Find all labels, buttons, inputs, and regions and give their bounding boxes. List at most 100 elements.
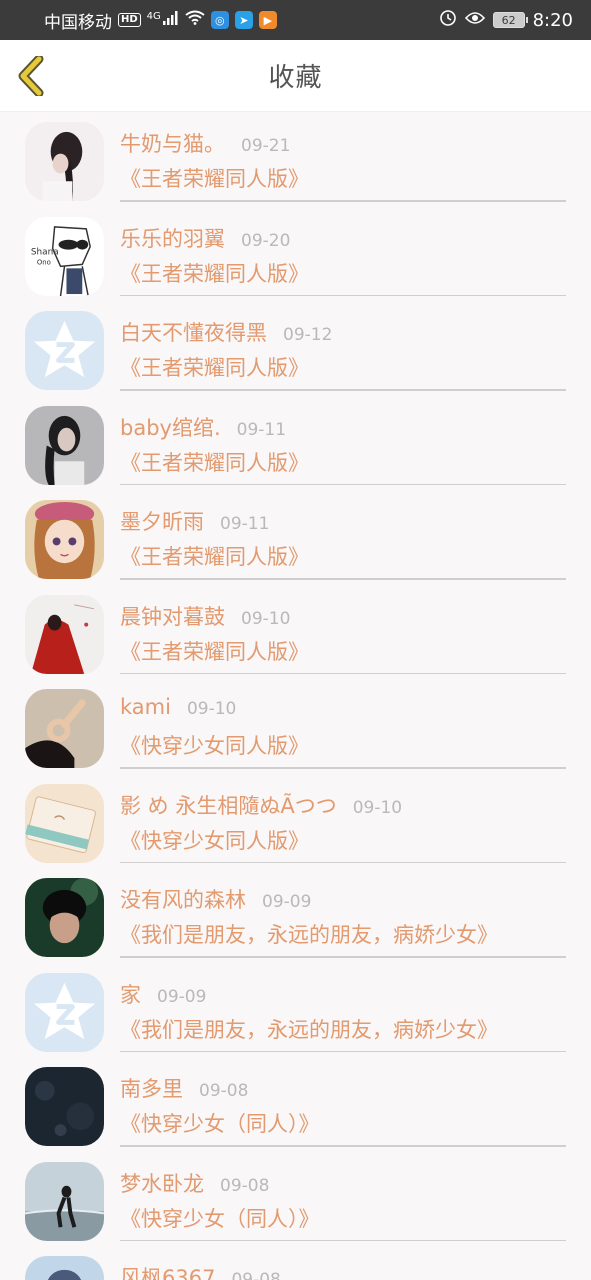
item-date: 09-09 bbox=[157, 986, 207, 1007]
item-header: 墨夕昕雨 09-11 bbox=[120, 506, 269, 536]
item-header: 南多里 09-08 bbox=[120, 1073, 248, 1103]
app-notification-icon: ▶ bbox=[258, 11, 277, 29]
divider bbox=[120, 1239, 566, 1241]
favorite-item[interactable]: 晨钟对暮鼓 09-10 《王者荣耀同人版》 bbox=[0, 585, 591, 680]
item-date: 09-21 bbox=[241, 136, 291, 156]
book-title[interactable]: 《我们是朋友，永远的朋友，病娇少女》 bbox=[120, 919, 498, 949]
svg-text:Ono: Ono bbox=[37, 258, 51, 266]
favorite-item[interactable]: 风枫6367 09-08 bbox=[0, 1246, 591, 1280]
user-avatar[interactable] bbox=[25, 689, 104, 768]
user-name: 风枫6367 bbox=[120, 1266, 216, 1280]
favorite-item[interactable]: 影 め 永生相隨ぬÃつつ 09-10 《快穿少女同人版》 bbox=[0, 774, 591, 869]
book-title[interactable]: 《王者荣耀同人版》 bbox=[120, 636, 309, 666]
item-date: 09-08 bbox=[199, 1081, 249, 1101]
favorite-item[interactable]: 南多里 09-08 《快穿少女（同人）》 bbox=[0, 1057, 591, 1152]
book-title[interactable]: 《快穿少女（同人）》 bbox=[120, 1203, 320, 1233]
item-date: 09-08 bbox=[220, 1175, 270, 1196]
book-title[interactable]: 《快穿少女（同人）》 bbox=[120, 1108, 320, 1138]
network-type-label: 4G bbox=[146, 10, 161, 22]
signal-icon bbox=[162, 10, 179, 30]
user-name: 墨夕昕雨 bbox=[120, 510, 204, 534]
item-date: 09-11 bbox=[236, 419, 287, 440]
user-name: 牛奶与猫。 bbox=[120, 132, 225, 156]
favorite-item[interactable]: baby绾绾. 09-11 《王者荣耀同人版》 bbox=[0, 396, 591, 491]
carrier-label: 中国移动 bbox=[44, 12, 112, 33]
favorite-item[interactable]: kami 09-10 《快穿少女同人版》 bbox=[0, 679, 591, 774]
item-header: kami 09-10 bbox=[120, 695, 236, 719]
book-title[interactable]: 《快穿少女同人版》 bbox=[120, 825, 309, 855]
favorite-item[interactable]: 梦水卧龙 09-08 《快穿少女（同人）》 bbox=[0, 1152, 591, 1247]
user-avatar[interactable] bbox=[25, 594, 104, 674]
divider bbox=[120, 1050, 566, 1052]
item-header: baby绾绾. 09-11 bbox=[120, 412, 286, 442]
status-bar: 中国移动 HD 4G ◎ ➤ ▶ 62 8:20 bbox=[0, 0, 591, 40]
favorite-item[interactable]: Shana Ono 乐乐的羽翼 09-20 《王者荣耀同人版》 bbox=[0, 207, 591, 302]
user-avatar[interactable] bbox=[25, 122, 104, 201]
default-avatar-icon[interactable] bbox=[25, 311, 104, 390]
favorite-item[interactable]: 没有风的森林 09-09 《我们是朋友，永远的朋友，病娇少女》 bbox=[0, 868, 591, 963]
book-title[interactable]: 《我们是朋友，永远的朋友，病娇少女》 bbox=[120, 1014, 498, 1044]
page-title: 收藏 bbox=[268, 63, 323, 93]
app-notification-icon: ◎ bbox=[210, 11, 229, 29]
user-name: 晨钟对暮鼓 bbox=[120, 604, 225, 629]
app-notification-icon: ➤ bbox=[234, 11, 253, 29]
item-date: 09-12 bbox=[283, 325, 333, 345]
divider bbox=[120, 483, 566, 485]
back-button[interactable] bbox=[14, 54, 48, 98]
item-header: 梦水卧龙 09-08 bbox=[120, 1168, 269, 1198]
chevron-left-icon bbox=[18, 56, 44, 96]
book-title[interactable]: 《王者荣耀同人版》 bbox=[120, 258, 309, 288]
book-title[interactable]: 《王者荣耀同人版》 bbox=[120, 163, 309, 193]
user-avatar[interactable] bbox=[25, 1067, 104, 1146]
user-avatar[interactable] bbox=[25, 878, 104, 957]
eye-icon bbox=[464, 10, 485, 30]
status-right: 62 8:20 bbox=[439, 9, 573, 32]
item-date: 09-08 bbox=[231, 1270, 281, 1280]
item-date: 09-11 bbox=[220, 514, 270, 534]
user-name: 白天不懂夜得黑 bbox=[120, 321, 267, 345]
item-header: 家 09-09 bbox=[120, 979, 206, 1009]
user-name: 梦水卧龙 bbox=[120, 1171, 204, 1196]
favorite-item[interactable]: 白天不懂夜得黑 09-12 《王者荣耀同人版》 bbox=[0, 301, 591, 396]
user-avatar[interactable] bbox=[25, 405, 104, 485]
favorite-item[interactable]: 家 09-09 《我们是朋友，永远的朋友，病娇少女》 bbox=[0, 963, 591, 1058]
user-avatar[interactable] bbox=[25, 783, 104, 863]
divider bbox=[120, 200, 566, 202]
book-title[interactable]: 《快穿少女同人版》 bbox=[120, 730, 309, 760]
user-name: kami bbox=[120, 695, 171, 719]
item-date: 09-09 bbox=[262, 892, 312, 912]
alarm-icon bbox=[439, 9, 457, 32]
divider bbox=[120, 672, 566, 674]
hd-icon: HD bbox=[118, 13, 141, 27]
item-date: 09-10 bbox=[352, 797, 403, 818]
clock-time: 8:20 bbox=[532, 9, 573, 31]
user-avatar[interactable] bbox=[25, 1161, 104, 1241]
item-date: 09-10 bbox=[241, 608, 291, 629]
item-header: 牛奶与猫。 09-21 bbox=[120, 128, 290, 158]
default-avatar-icon[interactable] bbox=[25, 972, 104, 1052]
book-title[interactable]: 《王者荣耀同人版》 bbox=[120, 541, 309, 571]
favorite-item[interactable]: 墨夕昕雨 09-11 《王者荣耀同人版》 bbox=[0, 490, 591, 585]
item-header: 白天不懂夜得黑 09-12 bbox=[120, 317, 332, 347]
user-name: baby绾绾. bbox=[120, 415, 221, 440]
divider bbox=[120, 1145, 566, 1147]
user-name: 影 め 永生相隨ぬÃつつ bbox=[120, 793, 337, 818]
item-date: 09-10 bbox=[186, 699, 237, 719]
item-header: 没有风的森林 09-09 bbox=[120, 884, 311, 914]
user-name: 南多里 bbox=[120, 1077, 183, 1101]
app-header: 收藏 bbox=[0, 40, 591, 112]
item-date: 09-20 bbox=[241, 230, 291, 251]
status-left: 中国移动 HD 4G ◎ ➤ ▶ bbox=[44, 8, 277, 33]
divider bbox=[120, 294, 566, 296]
svg-text:Shana: Shana bbox=[31, 247, 59, 257]
item-header: 风枫6367 09-08 bbox=[120, 1262, 281, 1280]
user-name: 没有风的森林 bbox=[120, 888, 246, 912]
favorites-list: 牛奶与猫。 09-21 《王者荣耀同人版》 Shana Ono 乐乐的羽翼 09-… bbox=[0, 112, 591, 1280]
favorite-item[interactable]: 牛奶与猫。 09-21 《王者荣耀同人版》 bbox=[0, 112, 591, 207]
book-title[interactable]: 《王者荣耀同人版》 bbox=[120, 352, 309, 382]
user-avatar[interactable]: Shana Ono bbox=[25, 216, 104, 296]
user-avatar[interactable] bbox=[25, 1256, 104, 1280]
book-title[interactable]: 《王者荣耀同人版》 bbox=[120, 447, 309, 477]
user-avatar[interactable] bbox=[25, 500, 104, 579]
wifi-icon bbox=[185, 10, 205, 30]
